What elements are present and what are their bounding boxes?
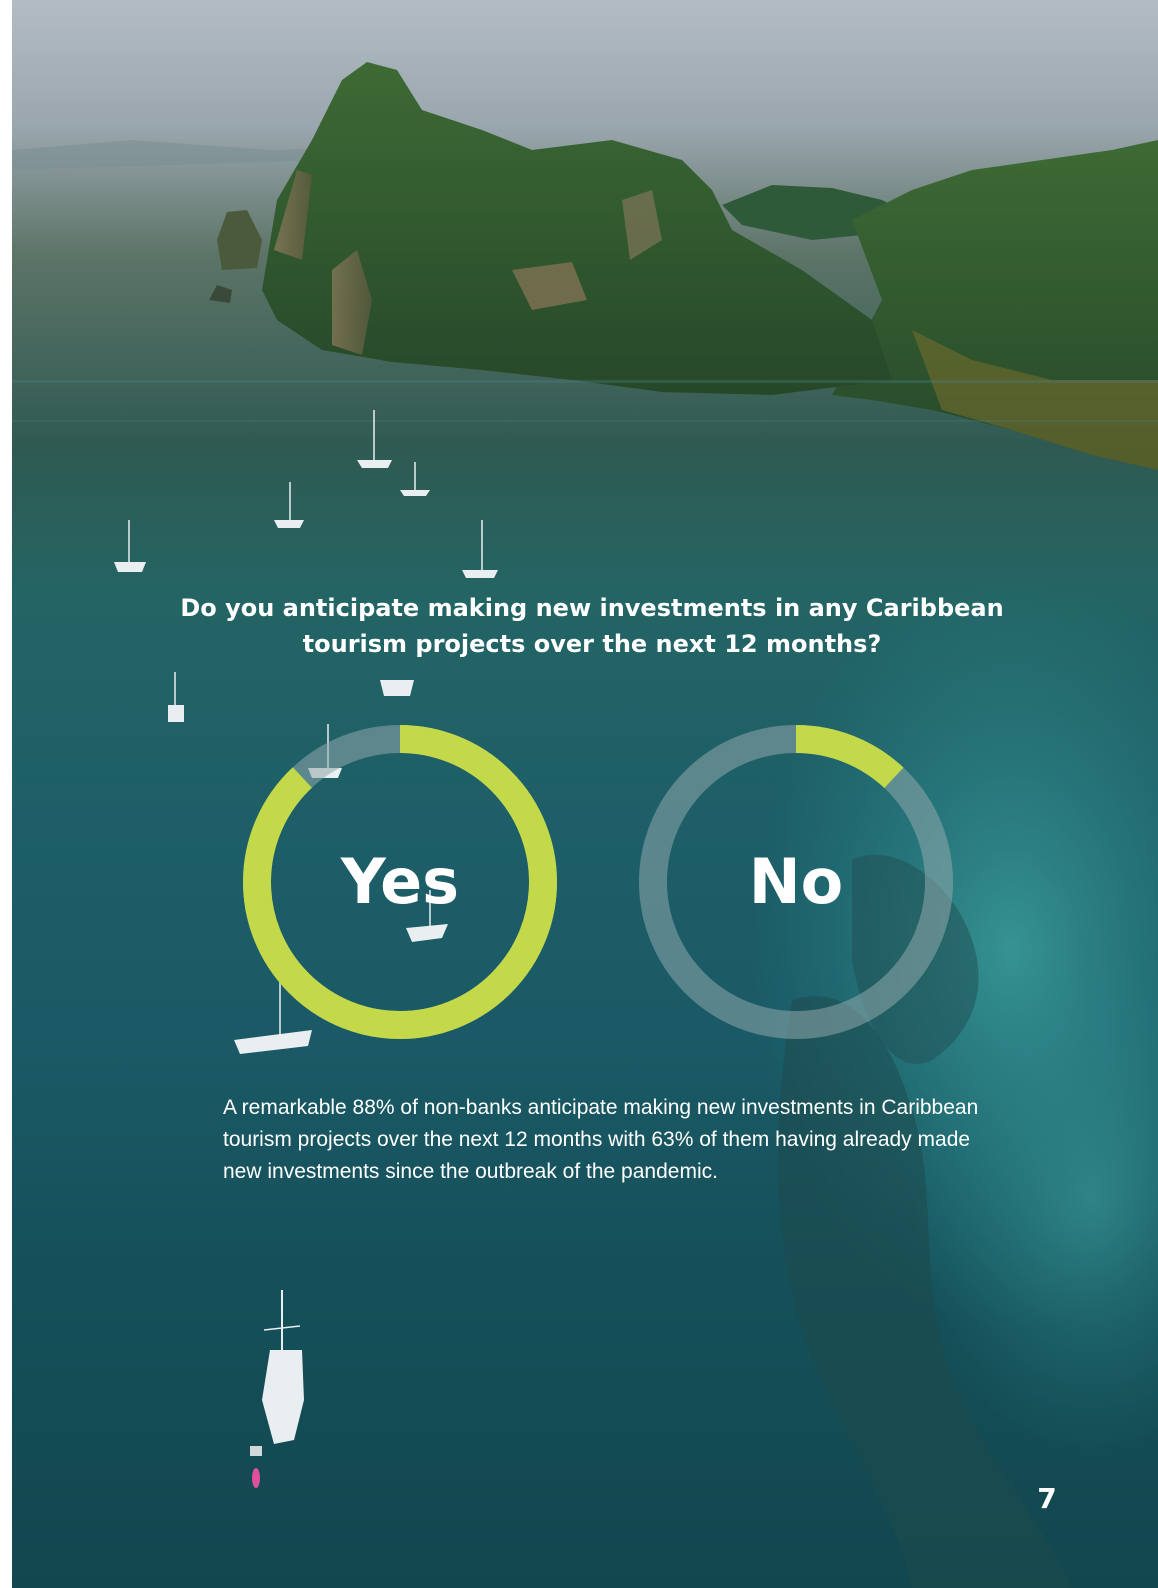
page-number: 7	[1037, 1482, 1057, 1515]
survey-question: Do you anticipate making new investments…	[180, 594, 1004, 658]
page-background: Do you anticipate making new investments…	[12, 0, 1158, 1588]
donut-chart-no: No	[636, 722, 956, 1042]
island-sea-photo	[12, 62, 1158, 1588]
donut-label-yes: Yes	[340, 845, 460, 918]
donut-label-no: No	[748, 845, 844, 918]
body-paragraph: A remarkable 88% of non-banks anticipate…	[223, 1096, 979, 1183]
donut-chart-yes: Yes	[240, 722, 560, 1042]
